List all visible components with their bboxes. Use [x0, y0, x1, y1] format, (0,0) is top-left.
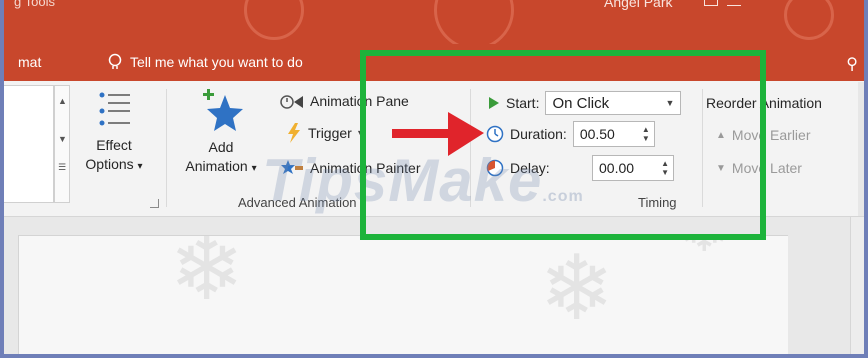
ribbon-right-edge: [858, 82, 864, 216]
effect-options-label-1: Effect: [96, 137, 132, 153]
lightbulb-icon: [108, 53, 122, 69]
add-animation-star-icon: [203, 89, 243, 131]
title-decoration: [784, 0, 834, 40]
lightning-icon: [288, 123, 300, 143]
add-animation-label-1: Add: [208, 139, 234, 155]
tell-me-text: Tell me what you want to do: [130, 54, 303, 70]
animation-pane-icon: [280, 95, 303, 109]
gallery-box: [4, 85, 54, 203]
title-decoration: [434, 0, 514, 44]
gallery-more-icon[interactable]: ☰: [58, 162, 66, 173]
red-arrow-annotation: [392, 112, 484, 156]
group-separator: [166, 89, 167, 207]
effect-options-button[interactable]: Effect Options ▾: [76, 89, 152, 176]
add-animation-button[interactable]: Add Animation ▾: [176, 87, 266, 178]
trigger-label: Trigger: [308, 125, 352, 141]
effect-options-caret: ▾: [137, 161, 143, 172]
user-name[interactable]: Angel Park: [604, 0, 672, 10]
tab-format[interactable]: mat: [18, 54, 41, 70]
contextual-tab-label[interactable]: g Tools: [14, 0, 55, 9]
gallery-scrollbar[interactable]: ▲ ▼ ☰: [54, 85, 70, 203]
share-icon[interactable]: ⚲: [846, 54, 858, 74]
title-decoration: [244, 0, 304, 40]
animation-dialog-launcher-icon[interactable]: [150, 199, 159, 208]
snowflake-decoration: ❄: [169, 235, 245, 319]
powerpoint-window: g Tools Angel Park mat Tell me what you …: [4, 0, 864, 354]
effect-options-label-2: Options: [85, 156, 134, 172]
slide-thumbnail[interactable]: ❄ ❄ ❄: [18, 235, 788, 354]
gallery-down-icon[interactable]: ▼: [58, 134, 67, 144]
tell-me-box[interactable]: Tell me what you want to do: [108, 53, 303, 71]
animation-gallery[interactable]: ▲ ▼ ☰: [4, 85, 74, 211]
add-animation-label-2: Animation: [185, 158, 248, 174]
vertical-scrollbar[interactable]: [850, 217, 864, 354]
gallery-up-icon[interactable]: ▲: [58, 96, 67, 106]
title-bar: g Tools Angel Park: [4, 0, 864, 44]
effect-options-icon: [99, 92, 130, 126]
snowflake-decoration: ❄: [539, 239, 615, 339]
minimize-icon[interactable]: [727, 0, 741, 6]
trigger-button[interactable]: Trigger ▾: [286, 123, 363, 143]
add-animation-caret: ▾: [251, 163, 257, 174]
ribbon-display-options-icon[interactable]: [704, 0, 718, 6]
